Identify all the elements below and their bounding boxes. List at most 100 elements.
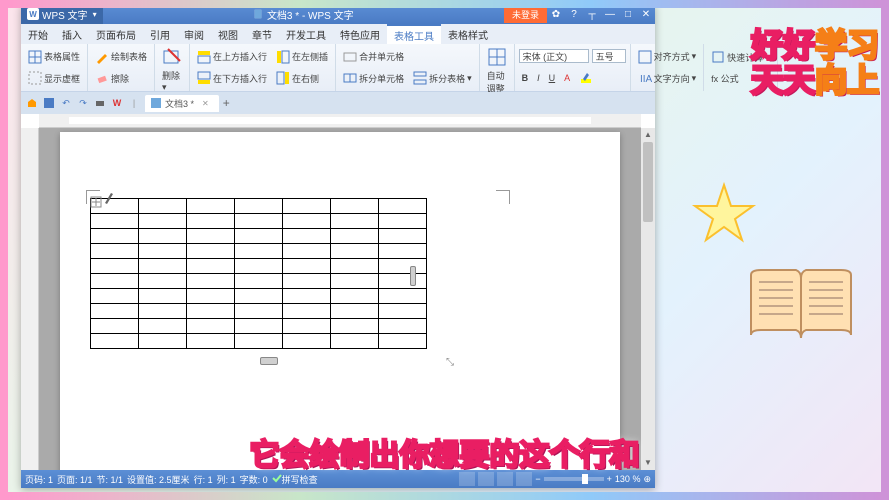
font-family-select[interactable]: 宋体 (正文)	[519, 49, 589, 63]
scroll-up-icon[interactable]: ▲	[641, 128, 655, 142]
add-row-handle[interactable]	[260, 357, 278, 365]
login-button[interactable]: 未登录	[504, 6, 547, 23]
table-cell[interactable]	[91, 289, 139, 304]
bold-button[interactable]: B	[519, 72, 532, 84]
table-cell[interactable]	[91, 244, 139, 259]
table-cell[interactable]	[283, 274, 331, 289]
help-icon[interactable]: ?	[565, 4, 583, 24]
minimize-button[interactable]: —	[601, 4, 619, 24]
font-color-button[interactable]: A	[561, 72, 573, 84]
show-gridlines-button[interactable]: 显示虚框	[25, 70, 83, 86]
table-cell[interactable]	[283, 199, 331, 214]
insert-col-left-button[interactable]: 在左侧插	[273, 49, 331, 65]
menu-10[interactable]: 表格样式	[441, 24, 495, 44]
table-cell[interactable]	[379, 259, 427, 274]
table-cell[interactable]	[283, 334, 331, 349]
table-cell[interactable]	[139, 304, 187, 319]
table-cell[interactable]	[139, 334, 187, 349]
table-cell[interactable]	[235, 229, 283, 244]
save-icon[interactable]	[42, 96, 56, 110]
wps-cloud-icon[interactable]: W	[110, 96, 124, 110]
table-cell[interactable]	[379, 199, 427, 214]
table-cell[interactable]	[91, 319, 139, 334]
menu-9[interactable]: 表格工具	[387, 24, 441, 44]
scroll-track[interactable]	[641, 142, 655, 456]
table-cell[interactable]	[91, 334, 139, 349]
canvas[interactable]: ⤡	[39, 128, 641, 470]
table-cell[interactable]	[91, 214, 139, 229]
table-cell[interactable]	[379, 304, 427, 319]
table-cell[interactable]	[379, 289, 427, 304]
table-move-handle-icon[interactable]	[90, 196, 102, 208]
document-tab[interactable]: 文档3 * ✕	[145, 95, 219, 112]
table-cell[interactable]	[139, 259, 187, 274]
status-pages[interactable]: 页面: 1/1	[57, 473, 93, 486]
horizontal-ruler[interactable]	[39, 114, 641, 128]
table-cell[interactable]	[379, 274, 427, 289]
table-cell[interactable]	[139, 274, 187, 289]
table-cell[interactable]	[331, 334, 379, 349]
merge-cells-button[interactable]: 合并单元格	[340, 49, 407, 65]
options-icon[interactable]: ┬	[583, 4, 601, 24]
table-cell[interactable]	[139, 289, 187, 304]
table-cell[interactable]	[331, 319, 379, 334]
table-cell[interactable]	[91, 304, 139, 319]
table-cell[interactable]	[235, 199, 283, 214]
home-icon[interactable]	[25, 96, 39, 110]
table-cell[interactable]	[235, 304, 283, 319]
redo-icon[interactable]: ↷	[76, 96, 90, 110]
table-cell[interactable]	[331, 229, 379, 244]
split-table-button[interactable]: 拆分表格▾	[410, 70, 475, 86]
table-cell[interactable]	[331, 244, 379, 259]
status-position[interactable]: 设置值: 2.5厘米	[127, 473, 190, 486]
table-cell[interactable]	[91, 259, 139, 274]
table-cell[interactable]	[283, 244, 331, 259]
settings-icon[interactable]: ✿	[547, 4, 565, 24]
column-resize-handle[interactable]	[410, 266, 416, 286]
table-cell[interactable]	[283, 319, 331, 334]
menu-1[interactable]: 插入	[55, 24, 89, 44]
page[interactable]: ⤡	[60, 132, 620, 470]
table-cell[interactable]	[379, 229, 427, 244]
table-cell[interactable]	[331, 259, 379, 274]
insert-row-below-button[interactable]: 在下方插入行	[194, 70, 270, 86]
vertical-ruler[interactable]	[21, 128, 39, 470]
font-size-select[interactable]: 五号	[592, 49, 626, 63]
app-menu-dropdown-icon[interactable]: ▾	[93, 10, 97, 19]
table-cell[interactable]	[283, 259, 331, 274]
insert-col-right-button[interactable]: 在右侧	[273, 70, 322, 86]
table-cell[interactable]	[91, 274, 139, 289]
table-cell[interactable]	[379, 244, 427, 259]
table-cell[interactable]	[187, 289, 235, 304]
eraser-button[interactable]: 擦除	[92, 70, 132, 86]
close-button[interactable]: ✕	[637, 4, 655, 24]
table-cell[interactable]	[139, 319, 187, 334]
menu-3[interactable]: 引用	[143, 24, 177, 44]
zoom-slider[interactable]	[544, 477, 604, 481]
table-cell[interactable]	[379, 214, 427, 229]
table-cell[interactable]	[139, 229, 187, 244]
alignment-button[interactable]: 对齐方式▾	[635, 49, 700, 65]
menu-4[interactable]: 审阅	[177, 24, 211, 44]
menu-0[interactable]: 开始	[21, 24, 55, 44]
table-cell[interactable]	[139, 244, 187, 259]
table-cell[interactable]	[235, 214, 283, 229]
table-cell[interactable]	[187, 334, 235, 349]
menu-8[interactable]: 特色应用	[333, 24, 387, 44]
zoom-in-button[interactable]: +	[607, 474, 612, 484]
menu-2[interactable]: 页面布局	[89, 24, 143, 44]
table-cell[interactable]	[187, 319, 235, 334]
status-page[interactable]: 页码: 1	[25, 473, 53, 486]
table-cell[interactable]	[187, 199, 235, 214]
status-section[interactable]: 节: 1/1	[97, 473, 124, 486]
status-line[interactable]: 行: 1	[194, 473, 213, 486]
table-cell[interactable]	[187, 229, 235, 244]
table-cell[interactable]	[187, 274, 235, 289]
zoom-level[interactable]: 130 %	[615, 474, 641, 484]
italic-button[interactable]: I	[534, 72, 543, 84]
table-cell[interactable]	[331, 214, 379, 229]
table-cell[interactable]	[187, 259, 235, 274]
vertical-scrollbar[interactable]: ▲ ▼	[641, 128, 655, 470]
table-cell[interactable]	[283, 289, 331, 304]
split-cells-button[interactable]: 拆分单元格	[340, 70, 407, 86]
